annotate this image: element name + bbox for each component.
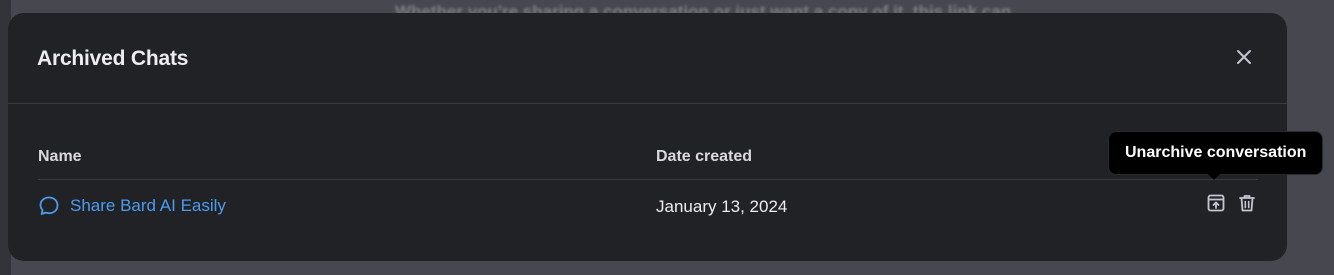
chat-bubble-icon — [39, 196, 59, 215]
trash-icon — [1239, 195, 1255, 212]
chat-name: Share Bard AI Easily — [70, 196, 226, 215]
unarchive-icon — [1207, 194, 1225, 212]
date-created-cell: January 13, 2024 — [656, 197, 788, 216]
modal-title: Archived Chats — [37, 47, 189, 70]
table-row: Share Bard AI Easily January 13, 2024 — [8, 191, 1287, 225]
modal-header: Archived Chats — [8, 13, 1287, 104]
close-icon — [1237, 50, 1251, 64]
archived-chats-modal: Archived Chats Name Date created Share B… — [8, 13, 1287, 261]
header-divider — [38, 179, 1258, 180]
chat-link[interactable]: Share Bard AI Easily — [38, 195, 226, 217]
unarchive-button[interactable] — [1204, 191, 1228, 215]
column-header-date-created: Date created — [656, 148, 753, 165]
delete-button[interactable] — [1235, 191, 1259, 215]
unarchive-tooltip: Unarchive conversation — [1108, 131, 1324, 175]
tooltip-arrow — [1208, 174, 1220, 180]
close-button[interactable] — [1232, 45, 1256, 69]
column-header-name: Name — [38, 148, 82, 165]
